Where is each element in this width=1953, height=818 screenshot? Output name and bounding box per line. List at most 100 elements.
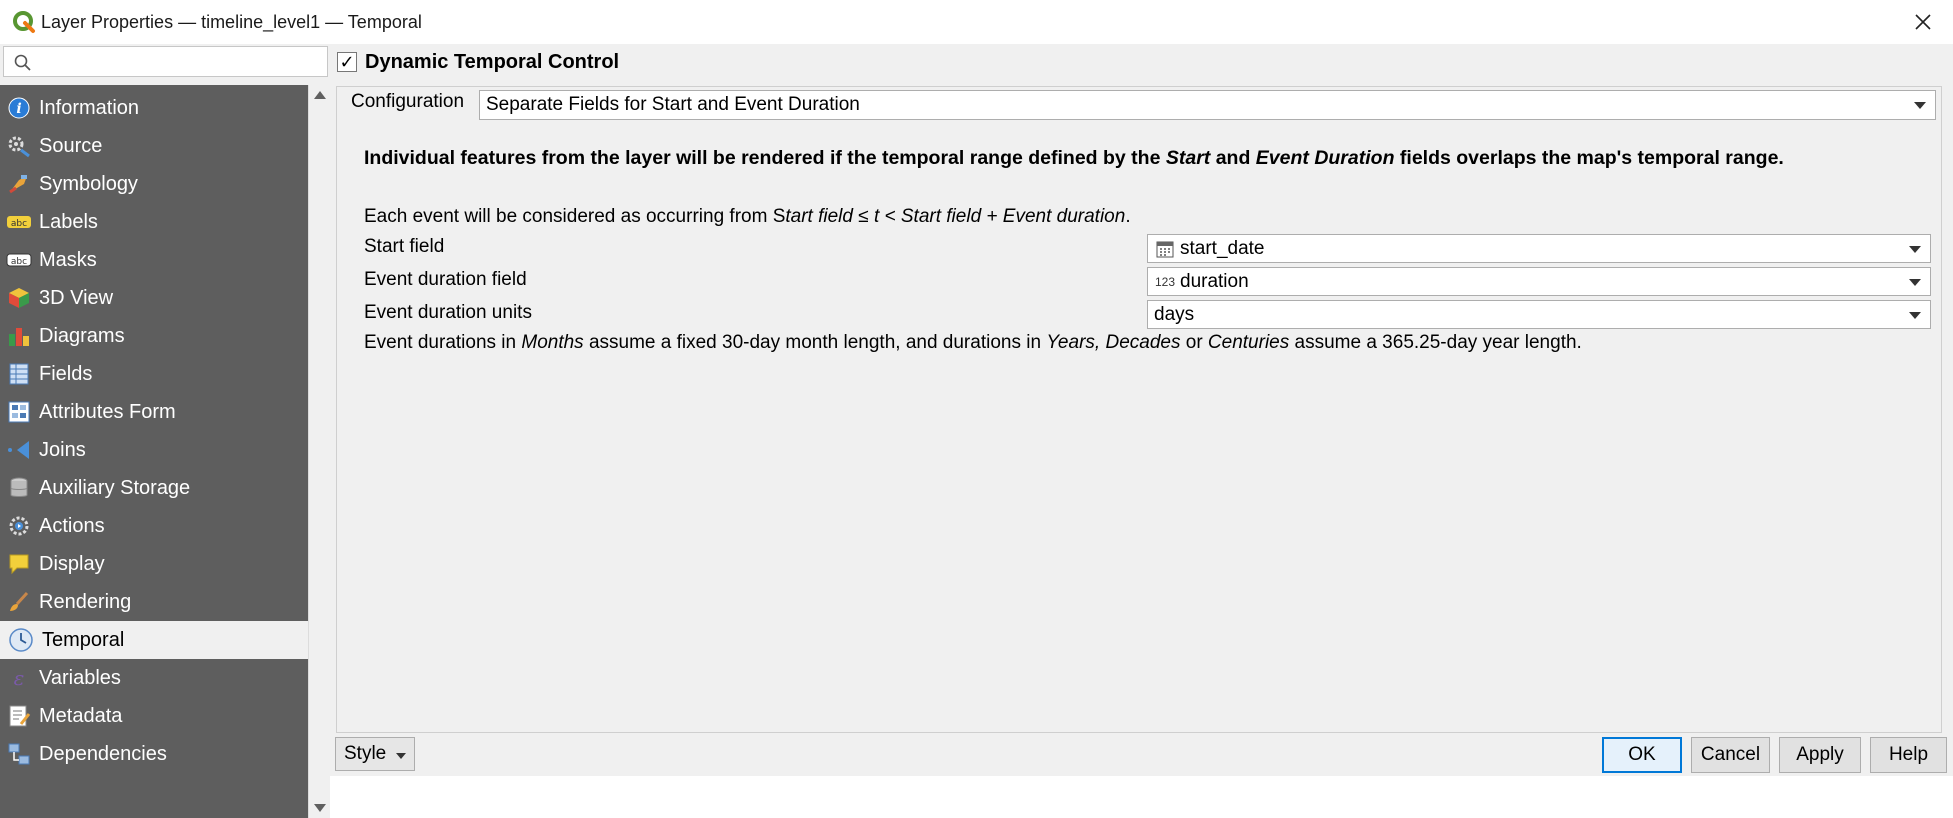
integer-field-icon: 123 bbox=[1154, 274, 1176, 289]
fields-icon bbox=[6, 361, 32, 387]
sidebar-nav: i Information Source Symbology abc Label… bbox=[0, 85, 308, 818]
sidebar-item-diagrams[interactable]: Diagrams bbox=[0, 317, 308, 355]
search-input[interactable] bbox=[3, 46, 328, 77]
duration-field-combo[interactable]: 123 duration bbox=[1147, 267, 1931, 296]
duration-field-value: duration bbox=[1180, 270, 1249, 292]
start-field-combo[interactable]: start_date bbox=[1147, 234, 1931, 263]
clock-icon bbox=[8, 627, 34, 653]
brush-icon bbox=[6, 589, 32, 615]
window-title: Layer Properties — timeline_level1 — Tem… bbox=[41, 12, 422, 32]
sidebar-item-label: Auxiliary Storage bbox=[39, 476, 191, 499]
close-icon[interactable] bbox=[1909, 8, 1937, 36]
description-start: Start bbox=[1165, 147, 1211, 169]
sidebar-item-temporal[interactable]: Temporal bbox=[0, 621, 308, 659]
duration-units-combo[interactable]: days bbox=[1147, 300, 1931, 329]
sidebar-item-label: Diagrams bbox=[39, 324, 125, 347]
sidebar-item-auxiliary-storage[interactable]: Auxiliary Storage bbox=[0, 469, 308, 507]
labels-icon: abc bbox=[6, 209, 32, 235]
event-formula: tart field ≤ t < Start field + Event dur… bbox=[785, 206, 1126, 227]
style-menu-button[interactable]: Style bbox=[335, 737, 415, 771]
ok-button[interactable]: OK bbox=[1602, 737, 1682, 773]
sidebar-item-label: Temporal bbox=[42, 628, 125, 651]
info-icon: i bbox=[6, 95, 32, 121]
scroll-up-icon[interactable] bbox=[314, 91, 326, 99]
sidebar-item-display[interactable]: Display bbox=[0, 545, 308, 583]
sidebar-item-label: Rendering bbox=[39, 590, 132, 613]
sidebar-item-label: Information bbox=[39, 96, 140, 119]
sidebar-item-actions[interactable]: Actions bbox=[0, 507, 308, 545]
sidebar-item-label: Actions bbox=[39, 514, 105, 537]
form-icon bbox=[6, 399, 32, 425]
style-button-label: Style bbox=[344, 743, 387, 764]
sidebar-item-source[interactable]: Source bbox=[0, 127, 308, 165]
chevron-down-icon bbox=[1909, 311, 1921, 319]
metadata-icon bbox=[6, 703, 32, 729]
start-field-label: Start field bbox=[364, 236, 445, 257]
note-months: Months bbox=[521, 332, 584, 353]
sidebar-item-label: Source bbox=[39, 134, 103, 157]
qgis-logo-icon bbox=[13, 11, 35, 33]
help-button[interactable]: Help bbox=[1870, 737, 1947, 773]
sidebar-item-label: Labels bbox=[39, 210, 98, 233]
diagrams-icon bbox=[6, 323, 32, 349]
source-icon bbox=[6, 133, 32, 159]
note-years: Years, bbox=[1046, 332, 1101, 353]
duration-units-value: days bbox=[1154, 303, 1195, 325]
calendar-icon bbox=[1154, 238, 1176, 260]
configuration-combo[interactable]: Separate Fields for Start and Event Dura… bbox=[479, 90, 1936, 120]
sidebar-item-information[interactable]: i Information bbox=[0, 89, 308, 127]
cube-icon bbox=[6, 285, 32, 311]
sidebar-item-label: Dependencies bbox=[39, 742, 167, 765]
svg-text:abc: abc bbox=[11, 257, 27, 267]
note-text-end: assume a 365.25-day year length. bbox=[1289, 332, 1582, 353]
description-and: and bbox=[1210, 147, 1256, 169]
sidebar-item-dependencies[interactable]: Dependencies bbox=[0, 735, 308, 773]
sidebar-item-rendering[interactable]: Rendering bbox=[0, 583, 308, 621]
start-field-value: start_date bbox=[1180, 237, 1265, 259]
sidebar: i Information Source Symbology abc Label… bbox=[0, 44, 330, 818]
scroll-thumb[interactable] bbox=[312, 111, 327, 705]
svg-text:ε: ε bbox=[14, 666, 25, 690]
sidebar-item-label: Symbology bbox=[39, 172, 138, 195]
duration-field-label: Event duration field bbox=[364, 269, 527, 290]
sidebar-item-3d-view[interactable]: 3D View bbox=[0, 279, 308, 317]
svg-text:i: i bbox=[16, 101, 21, 117]
sidebar-item-label: Masks bbox=[39, 248, 97, 271]
sidebar-scrollbar[interactable] bbox=[308, 85, 330, 818]
dependencies-icon bbox=[6, 741, 32, 767]
sidebar-item-label: 3D View bbox=[39, 286, 114, 309]
sidebar-item-attributes-form[interactable]: Attributes Form bbox=[0, 393, 308, 431]
configuration-label: Configuration bbox=[351, 91, 465, 112]
variables-icon: ε bbox=[6, 665, 32, 691]
scroll-down-icon[interactable] bbox=[314, 804, 326, 812]
sidebar-item-label: Metadata bbox=[39, 704, 123, 727]
configuration-row: Configuration bbox=[351, 91, 464, 113]
sidebar-item-label: Joins bbox=[39, 438, 86, 461]
chevron-down-icon bbox=[396, 753, 406, 759]
temporal-group-frame bbox=[336, 86, 1942, 733]
sidebar-item-label: Display bbox=[39, 552, 105, 575]
chevron-down-icon bbox=[1909, 278, 1921, 286]
chevron-down-icon bbox=[1909, 245, 1921, 253]
sidebar-item-variables[interactable]: ε Variables bbox=[0, 659, 308, 697]
note-text: assume a fixed 30-day month length, and … bbox=[583, 332, 1047, 353]
note-text: Event durations in bbox=[364, 332, 522, 353]
description-event-duration: Event Duration bbox=[1255, 147, 1395, 169]
note-centuries: Centuries bbox=[1207, 332, 1290, 353]
duration-note: Event durations in Months assume a fixed… bbox=[364, 332, 1582, 354]
display-icon bbox=[6, 551, 32, 577]
temporal-description: Individual features from the layer will … bbox=[364, 146, 1924, 170]
sidebar-item-joins[interactable]: Joins bbox=[0, 431, 308, 469]
dynamic-temporal-checkbox[interactable]: ✓ bbox=[337, 52, 357, 72]
sidebar-item-symbology[interactable]: Symbology bbox=[0, 165, 308, 203]
temporal-group-header: ✓ Dynamic Temporal Control bbox=[337, 48, 619, 76]
sidebar-item-label: Variables bbox=[39, 666, 121, 689]
sidebar-item-labels[interactable]: abc Labels bbox=[0, 203, 308, 241]
sidebar-item-fields[interactable]: Fields bbox=[0, 355, 308, 393]
apply-button[interactable]: Apply bbox=[1779, 737, 1861, 773]
event-text: Each event will be considered as occurri… bbox=[364, 206, 786, 227]
sidebar-item-metadata[interactable]: Metadata bbox=[0, 697, 308, 735]
cancel-button[interactable]: Cancel bbox=[1691, 737, 1770, 773]
sidebar-item-masks[interactable]: abc Masks bbox=[0, 241, 308, 279]
configuration-value: Separate Fields for Start and Event Dura… bbox=[486, 94, 860, 115]
